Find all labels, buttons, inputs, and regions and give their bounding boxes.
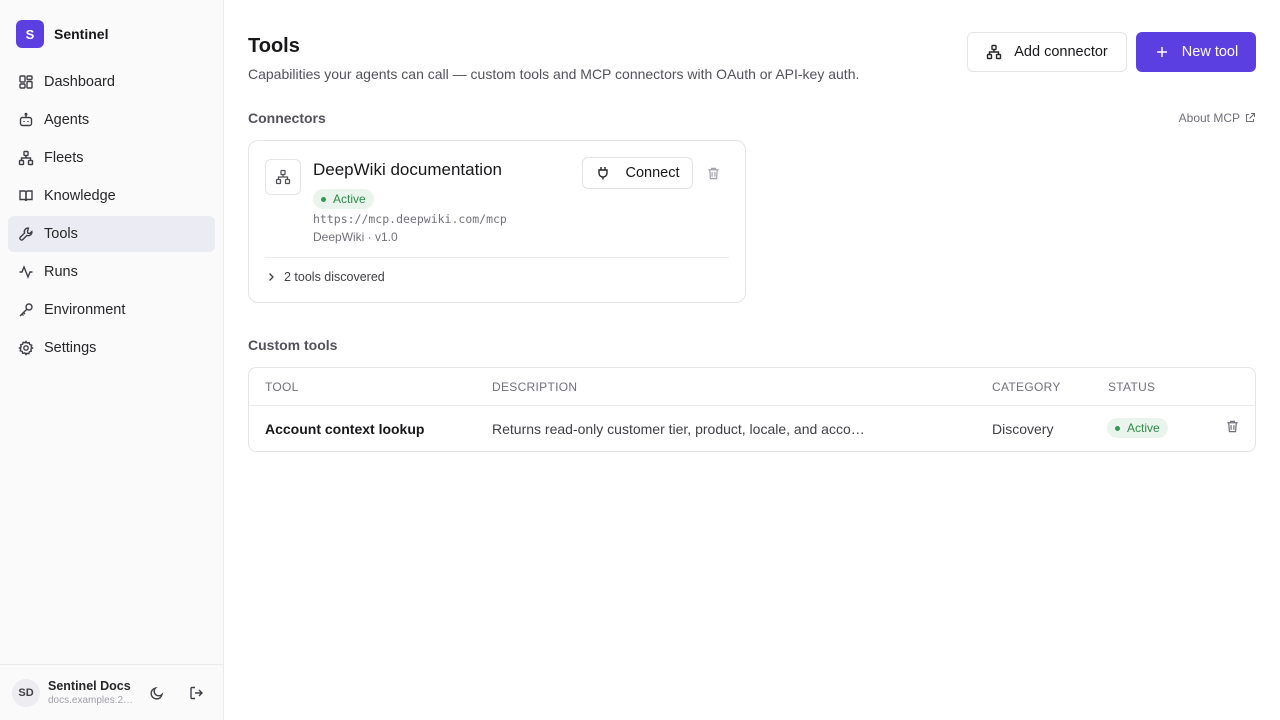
card-divider [265, 257, 729, 258]
sidebar-item-settings[interactable]: Settings [8, 330, 215, 366]
custom-tools-table: TOOL DESCRIPTION CATEGORY STATUS Account… [248, 367, 1256, 452]
add-connector-label: Add connector [1014, 44, 1108, 60]
connect-label: Connect [625, 165, 680, 181]
user-info: Sentinel Docs docs.examples.2… [48, 679, 134, 706]
status-badge: Active [313, 189, 374, 209]
sidebar-item-environment[interactable]: Environment [8, 292, 215, 328]
sidebar-item-agents[interactable]: Agents [8, 102, 215, 138]
sidebar-item-label: Runs [44, 264, 78, 280]
chevron-right-icon [265, 271, 284, 283]
column-header-description: DESCRIPTION [492, 380, 578, 394]
delete-connector-button[interactable] [704, 164, 722, 182]
status-dot [321, 196, 326, 202]
page-subtitle: Capabilities your agents can call — cust… [248, 66, 860, 82]
column-header-tool: TOOL [265, 380, 299, 394]
logout-button[interactable] [186, 682, 208, 704]
sidebar-item-runs[interactable]: Runs [8, 254, 215, 290]
connector-url: https://mcp.deepwiki.com/mcp [313, 212, 507, 226]
column-header-category: CATEGORY [992, 380, 1061, 394]
connector-name: DeepWiki documentation [313, 160, 502, 179]
page-title: Tools [248, 35, 300, 57]
connect-button[interactable]: Connect [582, 157, 693, 189]
sidebar-item-label: Knowledge [44, 188, 116, 204]
connector-version: DeepWiki · v1.0 [313, 230, 398, 244]
gear-icon [18, 340, 34, 356]
new-tool-button[interactable]: New tool [1136, 32, 1256, 72]
brand-name: Sentinel [54, 26, 109, 42]
status-badge-label: Active [333, 192, 366, 206]
sidebar-item-label: Agents [44, 112, 90, 128]
main-content: Tools Capabilities your agents can call … [224, 0, 1280, 720]
sidebar-nav: Dashboard Agents Fleets Knowledge Tools [8, 64, 215, 368]
user-email: docs.examples.2… [48, 695, 134, 706]
theme-toggle-button[interactable] [146, 682, 168, 704]
column-header-status: STATUS [1108, 380, 1156, 394]
tool-name-cell[interactable]: Account context lookup [265, 421, 424, 437]
custom-tools-section-title: Custom tools [248, 337, 338, 353]
sidebar-item-label: Settings [44, 340, 97, 356]
user-name: Sentinel Docs [48, 679, 131, 693]
trash-icon [706, 166, 721, 181]
add-connector-button[interactable]: Add connector [967, 32, 1127, 72]
external-link-icon [1240, 112, 1256, 124]
connector-icon [265, 159, 301, 195]
network-icon [986, 44, 1002, 60]
plus-icon [1154, 44, 1170, 60]
delete-tool-button[interactable] [1223, 417, 1241, 435]
sidebar: S Sentinel Dashboard Agents Fleets Knowl… [0, 0, 224, 720]
key-icon [18, 302, 34, 318]
tools-discovered-label: 2 tools discovered [284, 270, 385, 284]
sidebar-item-knowledge[interactable]: Knowledge [8, 178, 215, 214]
connector-card: DeepWiki documentation Active https://mc… [248, 140, 746, 303]
tool-category-cell: Discovery [992, 421, 1054, 437]
plug-icon [595, 165, 611, 181]
about-mcp-label: About MCP [1178, 111, 1240, 125]
network-icon [18, 150, 34, 166]
brand-logo: S [16, 20, 44, 48]
sidebar-item-dashboard[interactable]: Dashboard [8, 64, 215, 100]
about-mcp-link[interactable]: About MCP [1179, 111, 1256, 125]
tools-discovered-toggle[interactable]: 2 tools discovered [265, 270, 385, 284]
status-badge-label: Active [1127, 421, 1160, 435]
logout-icon [189, 685, 205, 701]
moon-icon [149, 685, 165, 701]
brand[interactable]: S Sentinel [16, 20, 108, 48]
status-dot [1115, 425, 1120, 431]
book-icon [18, 188, 34, 204]
sidebar-item-label: Tools [44, 226, 78, 242]
bot-icon [18, 112, 34, 128]
trash-icon [1225, 419, 1240, 434]
sidebar-item-label: Fleets [44, 150, 84, 166]
wrench-icon [18, 226, 34, 242]
sidebar-item-fleets[interactable]: Fleets [8, 140, 215, 176]
user-footer: SD Sentinel Docs docs.examples.2… [0, 664, 223, 720]
sidebar-item-tools[interactable]: Tools [8, 216, 215, 252]
connectors-section-title: Connectors [248, 110, 326, 126]
status-badge: Active [1107, 418, 1168, 438]
network-icon [275, 169, 291, 185]
activity-icon [18, 264, 34, 280]
avatar[interactable]: SD [12, 678, 40, 707]
sidebar-item-label: Dashboard [44, 74, 115, 90]
tool-description-cell: Returns read-only customer tier, product… [492, 421, 865, 437]
new-tool-label: New tool [1181, 44, 1239, 60]
table-divider [249, 405, 1255, 406]
dashboard-icon [18, 74, 34, 90]
sidebar-item-label: Environment [44, 302, 126, 318]
